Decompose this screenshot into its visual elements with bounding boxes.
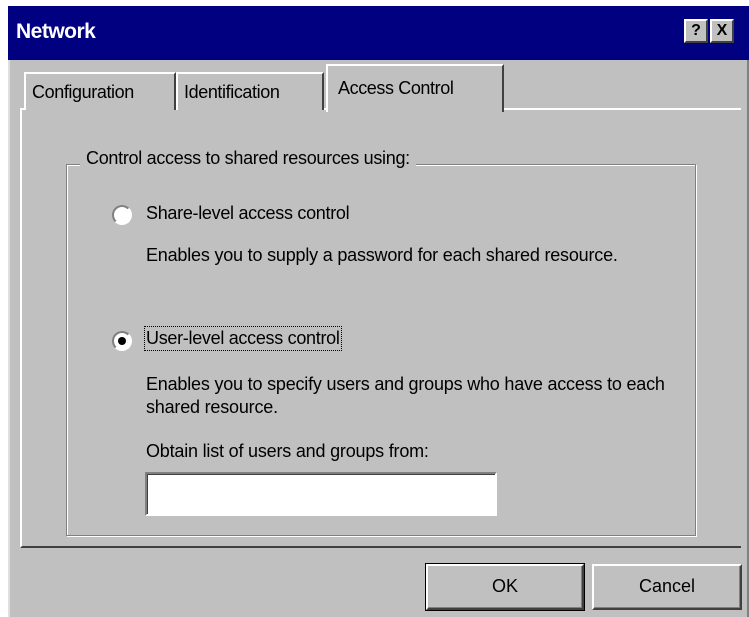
tab-configuration[interactable]: Configuration <box>24 72 176 110</box>
ok-button[interactable]: OK <box>425 563 585 611</box>
share-level-label[interactable]: Share-level access control <box>146 203 350 224</box>
share-level-description: Enables you to supply a password for eac… <box>146 245 618 265</box>
close-button[interactable]: X <box>710 19 734 43</box>
cancel-button[interactable]: Cancel <box>592 564 742 610</box>
tab-identification[interactable]: Identification <box>176 72 324 110</box>
tab-access-control[interactable]: Access Control <box>326 64 504 112</box>
user-level-radio[interactable] <box>112 331 132 351</box>
user-level-label[interactable]: User-level access control <box>144 326 342 351</box>
obtain-list-label: Obtain list of users and groups from: <box>146 441 429 461</box>
radio-selected-dot <box>118 337 126 345</box>
title-bar[interactable]: Network ? X <box>8 6 749 60</box>
window-title: Network <box>16 20 96 43</box>
groupbox-label: Control access to shared resources using… <box>80 148 416 169</box>
help-button[interactable]: ? <box>684 19 708 43</box>
user-level-description: Enables you to specify users and groups … <box>146 374 665 417</box>
obtain-list-input[interactable] <box>145 472 497 516</box>
share-level-radio[interactable] <box>112 205 132 225</box>
